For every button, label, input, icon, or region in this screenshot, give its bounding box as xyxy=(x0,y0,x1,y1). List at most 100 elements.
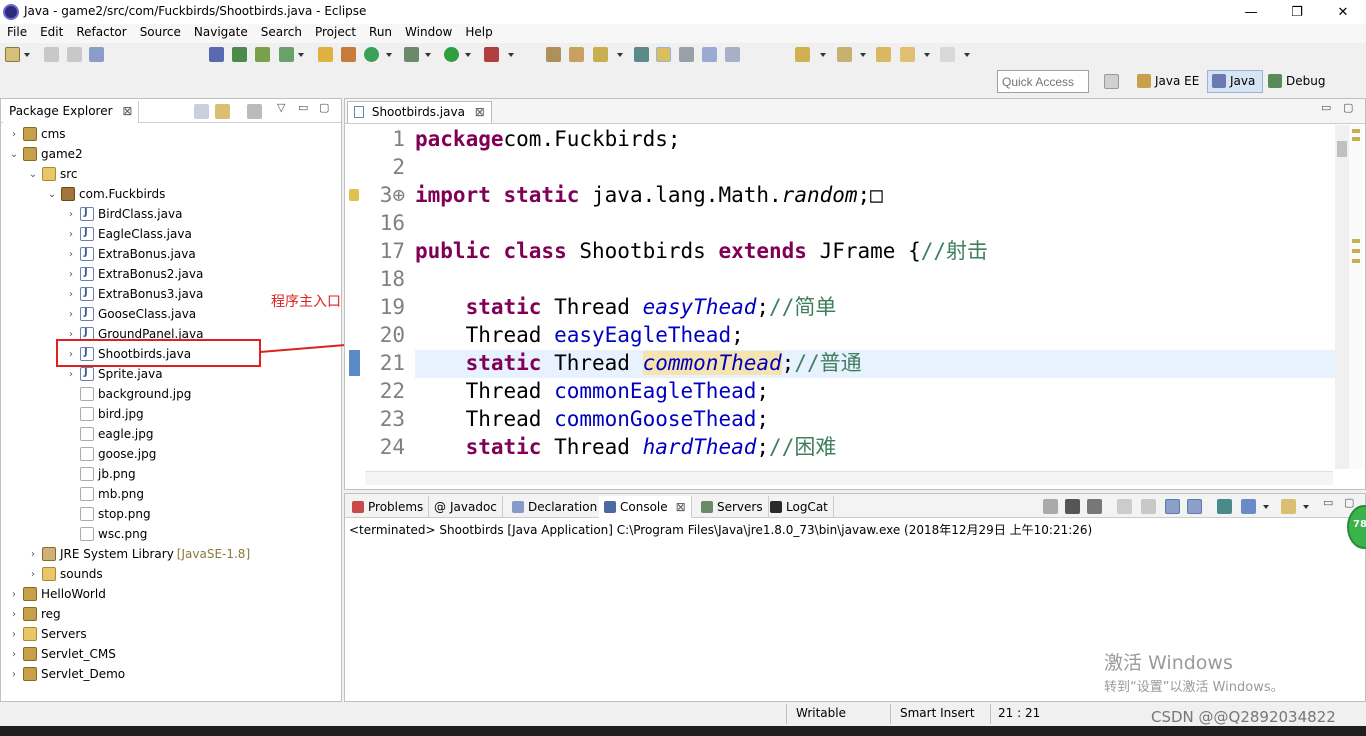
debug-tool-icon[interactable] xyxy=(209,47,224,62)
show-stderr-icon[interactable] xyxy=(1187,499,1202,514)
expand-toggle-icon[interactable]: ⌄ xyxy=(7,149,21,160)
quick-access-input[interactable] xyxy=(997,70,1089,93)
save-all-icon[interactable] xyxy=(67,47,82,62)
tree-item[interactable]: eagle.jpg xyxy=(64,424,153,444)
debug-dropdown-icon[interactable] xyxy=(425,53,431,57)
maximize-view-icon[interactable]: ▢ xyxy=(319,101,329,114)
expand-toggle-icon[interactable]: ⌄ xyxy=(26,169,40,180)
maximize-editor-icon[interactable]: ▢ xyxy=(1343,101,1353,114)
expand-toggle-icon[interactable]: › xyxy=(7,669,21,680)
tab-servers[interactable]: Servers xyxy=(696,496,769,518)
expand-toggle-icon[interactable]: › xyxy=(64,209,78,220)
highlight-icon[interactable] xyxy=(656,47,671,62)
tree-item[interactable]: › cms xyxy=(7,124,66,144)
menu-window[interactable]: Window xyxy=(398,24,458,43)
tab-logcat[interactable]: LogCat xyxy=(765,496,834,518)
tree-item[interactable]: › GooseClass.java xyxy=(64,304,196,324)
code-line[interactable]: static Thread hardThead;//困难 xyxy=(415,433,837,461)
menu-project[interactable]: Project xyxy=(308,24,362,43)
run-dropdown-icon[interactable] xyxy=(465,53,471,57)
code-line[interactable]: static Thread commonThead;//普通 xyxy=(415,349,862,377)
expand-toggle-icon[interactable]: ⌄ xyxy=(45,189,59,200)
tree-item[interactable]: › Servers xyxy=(7,624,87,644)
expand-toggle-icon[interactable]: › xyxy=(64,289,78,300)
tree-item[interactable]: goose.jpg xyxy=(64,444,156,464)
tree-item[interactable]: wsc.png xyxy=(64,524,147,544)
tab-declaration[interactable]: Declaration xyxy=(507,496,604,518)
close-tab-icon[interactable]: ⊠ xyxy=(475,105,485,119)
tab-package-explorer[interactable]: Package Explorer ⊠ xyxy=(3,101,140,123)
external-tools-dropdown-icon[interactable] xyxy=(508,53,514,57)
minimize-button[interactable]: — xyxy=(1228,0,1274,24)
terminate-icon[interactable] xyxy=(1043,499,1058,514)
next-annotation-icon[interactable] xyxy=(795,47,810,62)
save-icon[interactable] xyxy=(44,47,59,62)
menu-source[interactable]: Source xyxy=(133,24,187,43)
expand-toggle-icon[interactable]: › xyxy=(7,629,21,640)
tab-console[interactable]: Console ⊠ xyxy=(599,496,692,518)
tree-item[interactable]: › Servlet_Demo xyxy=(7,664,125,684)
view-menu-icon[interactable]: ▽ xyxy=(277,101,285,114)
link-editor-icon[interactable] xyxy=(215,104,230,119)
code-line[interactable]: import static java.lang.Math.random;□ xyxy=(415,181,883,209)
tab-shootbirds-java[interactable]: Shootbirds.java ⊠ xyxy=(347,101,492,123)
previous-annotation-dropdown-icon[interactable] xyxy=(860,53,866,57)
open-perspective-icon[interactable] xyxy=(1104,74,1119,89)
minimize-console-icon[interactable]: ▭ xyxy=(1323,496,1333,509)
expand-toggle-icon[interactable]: › xyxy=(26,549,40,560)
menu-search[interactable]: Search xyxy=(254,24,308,43)
display-console-icon[interactable] xyxy=(1241,499,1256,514)
perspective-java-ee[interactable]: Java EE xyxy=(1137,74,1199,88)
tree-item[interactable]: › Servlet_CMS xyxy=(7,644,116,664)
close-console-icon[interactable]: ⊠ xyxy=(676,500,686,514)
print-icon[interactable] xyxy=(89,47,104,62)
search-icon[interactable] xyxy=(593,47,608,62)
tree-item[interactable]: › JRE System Library [JavaSE-1.8] xyxy=(26,544,250,564)
new-server-icon[interactable] xyxy=(318,47,333,62)
paragraph-icon[interactable] xyxy=(725,47,740,62)
pin-console-icon[interactable] xyxy=(1217,499,1232,514)
expand-toggle-icon[interactable]: › xyxy=(64,329,78,340)
vertical-scrollbar[interactable] xyxy=(1335,125,1349,469)
open-type-icon[interactable] xyxy=(546,47,561,62)
remove-all-icon[interactable] xyxy=(1087,499,1102,514)
tree-item[interactable]: › ExtraBonus3.java xyxy=(64,284,203,304)
tree-item[interactable]: mb.png xyxy=(64,484,144,504)
download-icon[interactable] xyxy=(232,47,247,62)
tree-item[interactable]: bird.jpg xyxy=(64,404,144,424)
menu-help[interactable]: Help xyxy=(458,24,498,43)
code-line[interactable]: Thread easyEagleThead; xyxy=(415,321,744,349)
check-icon[interactable] xyxy=(279,47,294,62)
open-task-icon[interactable] xyxy=(569,47,584,62)
expand-toggle-icon[interactable]: › xyxy=(26,569,40,580)
perspective-debug[interactable]: Debug xyxy=(1268,74,1325,88)
menu-refactor[interactable]: Refactor xyxy=(69,24,132,43)
code-line[interactable]: public class Shootbirds extends JFrame {… xyxy=(415,237,988,265)
new-dropdown-icon[interactable] xyxy=(24,53,30,57)
package-icon[interactable] xyxy=(341,47,356,62)
maximize-button[interactable]: ❐ xyxy=(1274,0,1320,24)
maximize-console-icon[interactable]: ▢ xyxy=(1344,496,1354,509)
menu-file[interactable]: File xyxy=(0,24,33,43)
archive-icon[interactable] xyxy=(255,47,270,62)
forward-icon[interactable] xyxy=(940,47,955,62)
tree-item[interactable]: › sounds xyxy=(26,564,103,584)
clear-console-icon[interactable] xyxy=(1117,499,1132,514)
tree-item[interactable]: › HelloWorld xyxy=(7,584,106,604)
focus-icon[interactable] xyxy=(247,104,262,119)
menu-edit[interactable]: Edit xyxy=(33,24,69,43)
scroll-lock-icon[interactable] xyxy=(1141,499,1156,514)
tab-problems[interactable]: Problems xyxy=(347,496,430,518)
remove-launch-icon[interactable] xyxy=(1065,499,1080,514)
check-dropdown-icon[interactable] xyxy=(298,53,304,57)
open-console-icon[interactable] xyxy=(1281,499,1296,514)
code-line[interactable]: Thread commonGooseThead; xyxy=(415,405,769,433)
forward-dropdown-icon[interactable] xyxy=(964,53,970,57)
show-stdout-icon[interactable] xyxy=(1165,499,1180,514)
minimize-view-icon[interactable]: ▭ xyxy=(298,101,308,114)
menu-navigate[interactable]: Navigate xyxy=(187,24,254,43)
expand-toggle-icon[interactable]: › xyxy=(64,369,78,380)
minimize-editor-icon[interactable]: ▭ xyxy=(1321,101,1331,114)
tree-item[interactable]: ⌄ com.Fuckbirds xyxy=(45,184,165,204)
last-edit-icon[interactable] xyxy=(876,47,891,62)
